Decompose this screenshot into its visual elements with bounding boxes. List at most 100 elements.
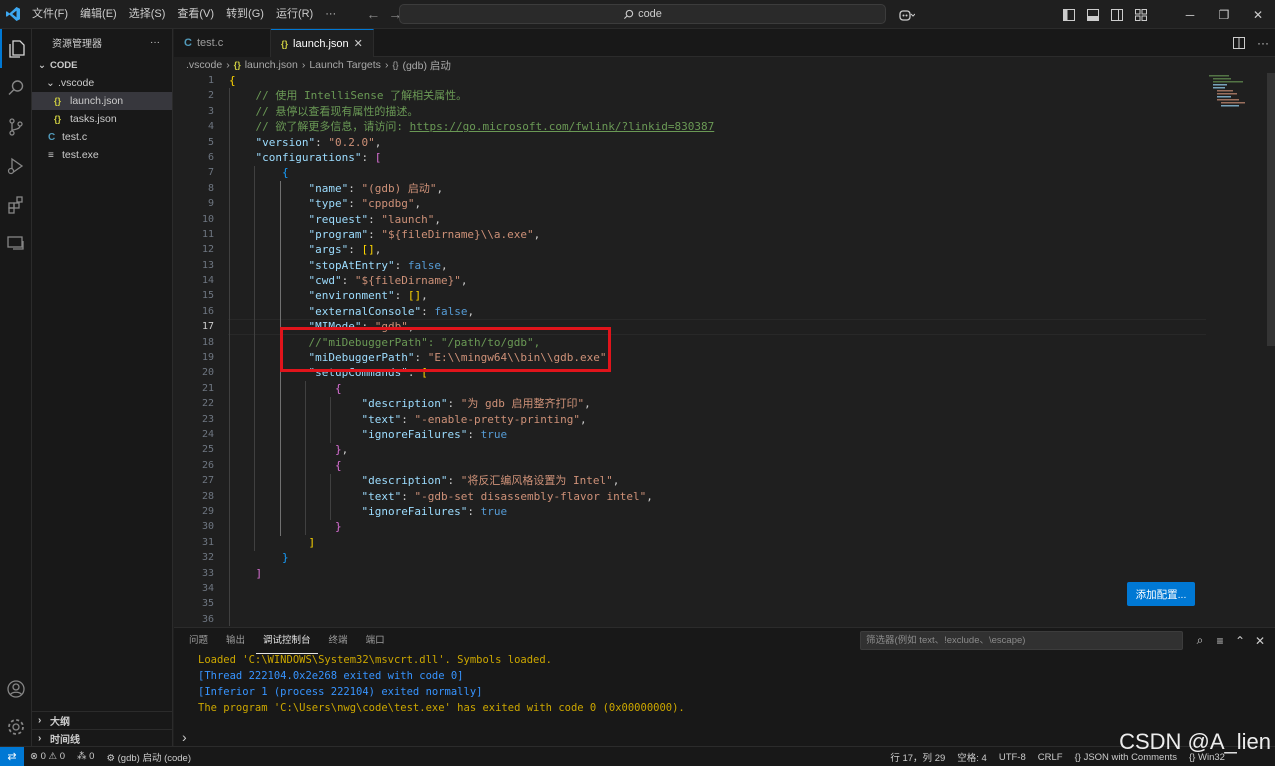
sidebar-more-icon[interactable]: ··· xyxy=(150,37,160,48)
command-center-search[interactable]: code xyxy=(399,4,886,24)
editor-tabs: C test.c {} launch.json ✕ ··· xyxy=(174,29,1275,57)
line-number: 27 xyxy=(201,475,214,487)
minimap[interactable] xyxy=(1207,73,1261,113)
line-number: 21 xyxy=(201,382,214,394)
clear-console-icon[interactable]: ≡ xyxy=(1213,631,1227,650)
maximize-panel-icon[interactable]: ⌃ xyxy=(1233,631,1247,650)
line-number: 14 xyxy=(201,275,214,287)
braces-icon: {} xyxy=(1074,751,1081,763)
search-icon[interactable] xyxy=(0,68,32,107)
breadcrumb-item[interactable]: launch.json xyxy=(245,59,298,71)
toggle-panel-icon[interactable] xyxy=(1081,0,1105,29)
radio-tower-icon: ⁂ xyxy=(77,751,87,762)
cursor-position[interactable]: 行 17，列 29 xyxy=(884,750,951,764)
tab-problems[interactable]: 问题 xyxy=(182,628,215,654)
indentation-status[interactable]: 空格: 4 xyxy=(951,750,993,764)
tree-item-vscode-folder[interactable]: ⌄ .vscode xyxy=(32,74,172,92)
close-panel-icon[interactable]: ✕ xyxy=(1253,631,1267,650)
tree-item-test-exe[interactable]: ≡ test.exe xyxy=(32,146,172,164)
back-arrow-icon[interactable]: ← xyxy=(362,6,384,22)
extensions-icon[interactable] xyxy=(0,185,32,224)
toggle-primary-sidebar-icon[interactable] xyxy=(1057,0,1081,29)
tab-launch-json[interactable]: {} launch.json ✕ xyxy=(271,29,374,57)
breadcrumb-item[interactable]: .vscode xyxy=(186,59,222,71)
timeline-section[interactable]: › 时间线 xyxy=(32,729,173,747)
breadcrumb-item[interactable]: (gdb) 启动 xyxy=(402,58,450,73)
close-icon[interactable]: ✕ xyxy=(354,37,363,50)
console-line: [Inferior 1 (process 222104) exited norm… xyxy=(198,686,483,698)
line-number: 9 xyxy=(207,198,214,210)
menu-more[interactable]: ··· xyxy=(319,0,342,29)
warning-count: 0 xyxy=(59,751,66,762)
tab-output[interactable]: 输出 xyxy=(219,628,252,654)
search-icon[interactable]: ⌕ xyxy=(1193,631,1207,650)
tree-item-label: test.exe xyxy=(62,149,99,161)
more-actions-icon[interactable]: ··· xyxy=(1251,29,1275,58)
json-file-icon: {} xyxy=(233,60,241,70)
status-bar: ⇄ ⊗ 0 ⚠ 0 ⁂ 0 ⚙ (gdb) 启动 (code) 行 17，列 2… xyxy=(0,746,1275,766)
console-input-prompt[interactable]: › xyxy=(182,729,187,745)
tree-item-launch-json[interactable]: {} launch.json xyxy=(32,92,172,110)
console-line: [Thread 222104.0x2e268 exited with code … xyxy=(198,670,464,682)
console-filter-input[interactable]: 筛选器(例如 text、!exclude、\escape) xyxy=(860,631,1183,650)
search-icon xyxy=(624,9,634,19)
account-icon[interactable] xyxy=(0,669,32,708)
line-number: 22 xyxy=(201,398,214,410)
encoding-status[interactable]: UTF-8 xyxy=(993,752,1032,763)
problems-status[interactable]: ⊗ 0 ⚠ 0 xyxy=(24,751,71,762)
line-number: 18 xyxy=(201,336,214,348)
editor-scrollbar[interactable] xyxy=(1267,73,1275,346)
minimize-icon[interactable]: ─ xyxy=(1173,0,1207,29)
outline-section[interactable]: › 大纲 xyxy=(32,711,173,729)
tab-label: test.c xyxy=(196,37,224,49)
line-number: 30 xyxy=(201,521,214,533)
tab-label: launch.json xyxy=(293,37,349,50)
tree-item-tasks-json[interactable]: {} tasks.json xyxy=(32,110,172,128)
menu-run[interactable]: 运行(R) xyxy=(270,0,319,29)
tree-item-test-c[interactable]: C test.c xyxy=(32,128,172,146)
ports-count: 0 xyxy=(89,751,95,762)
remote-indicator-icon[interactable]: ⇄ xyxy=(0,746,24,766)
line-number: 17 xyxy=(201,321,214,333)
menu-go[interactable]: 转到(G) xyxy=(220,0,270,29)
line-number: 5 xyxy=(207,136,214,148)
debug-config-status[interactable]: ⚙ (gdb) 启动 (code) xyxy=(100,750,197,764)
workspace-root[interactable]: ⌄ CODE xyxy=(32,56,172,74)
close-window-icon[interactable]: ✕ xyxy=(1241,0,1275,29)
line-number: 11 xyxy=(201,228,214,240)
line-number: 6 xyxy=(207,151,214,163)
breadcrumb-item[interactable]: Launch Targets xyxy=(309,59,381,71)
add-configuration-button[interactable]: 添加配置... xyxy=(1127,582,1195,606)
source-control-icon[interactable] xyxy=(0,107,32,146)
restore-icon[interactable]: ❐ xyxy=(1207,0,1241,29)
debug-icon: ⚙ xyxy=(106,752,115,764)
breadcrumb: .vscode › {} launch.json › Launch Target… xyxy=(174,57,1275,73)
menu-selection[interactable]: 选择(S) xyxy=(123,0,172,29)
line-number: 35 xyxy=(201,598,214,610)
ports-status[interactable]: ⁂ 0 xyxy=(71,751,100,762)
json-file-icon: {} xyxy=(54,96,62,106)
menu-view[interactable]: 查看(V) xyxy=(171,0,220,29)
run-debug-icon[interactable] xyxy=(0,146,32,185)
tab-test-c[interactable]: C test.c xyxy=(174,29,271,57)
remote-explorer-icon[interactable] xyxy=(0,224,32,263)
chevron-right-icon: › xyxy=(38,715,42,726)
line-number: 20 xyxy=(201,367,214,379)
settings-gear-icon[interactable] xyxy=(0,707,32,746)
copilot-icon[interactable] xyxy=(894,0,918,29)
tab-terminal[interactable]: 终端 xyxy=(322,628,355,654)
split-editor-icon[interactable] xyxy=(1227,29,1251,58)
customize-layout-icon[interactable] xyxy=(1129,0,1153,29)
tab-ports[interactable]: 端口 xyxy=(359,628,392,654)
warning-icon: ⚠ xyxy=(48,751,58,762)
toggle-secondary-sidebar-icon[interactable] xyxy=(1105,0,1129,29)
chevron-right-icon: › xyxy=(38,733,42,744)
title-bar: 文件(F) 编辑(E) 选择(S) 查看(V) 转到(G) 运行(R) ··· … xyxy=(0,0,1275,29)
explorer-icon[interactable] xyxy=(0,29,32,68)
eol-status[interactable]: CRLF xyxy=(1032,752,1069,763)
menu-edit[interactable]: 编辑(E) xyxy=(74,0,123,29)
line-number: 23 xyxy=(201,413,214,425)
tab-debug-console[interactable]: 调试控制台 xyxy=(256,628,318,654)
menu-file[interactable]: 文件(F) xyxy=(26,0,74,29)
line-number: 36 xyxy=(201,613,214,625)
